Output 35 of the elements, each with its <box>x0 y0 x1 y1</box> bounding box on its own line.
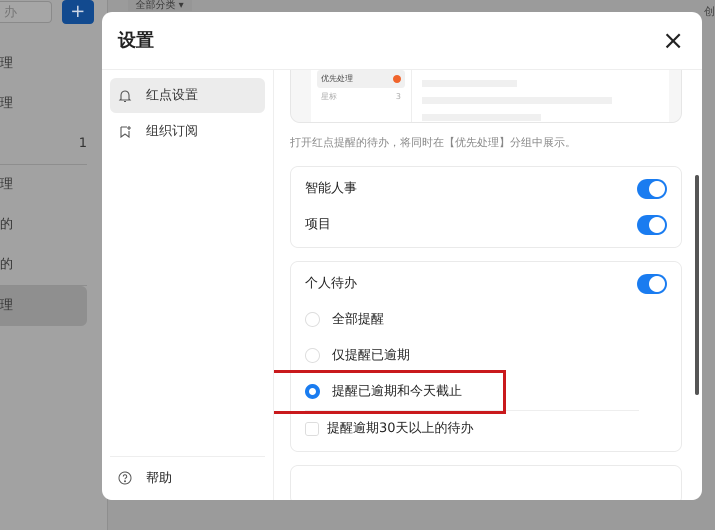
toggle-switch[interactable] <box>637 214 667 234</box>
bookmark-icon <box>118 124 132 138</box>
sidebar-label: 理 <box>0 176 13 194</box>
setting-label: 个人待办 <box>305 274 357 293</box>
dialog-title: 设置 <box>118 29 154 53</box>
setting-label: 项目 <box>305 216 331 234</box>
column-header: 创 <box>704 4 715 20</box>
option-label: 仅提醒已逾期 <box>332 346 410 365</box>
option-label: 提醒已逾期和今天截止 <box>332 382 462 401</box>
sidebar-item[interactable]: 理 <box>0 286 87 326</box>
toggle-switch[interactable] <box>637 178 667 198</box>
sidebar-label: 的 <box>0 256 13 274</box>
item-count: 1 <box>78 134 87 153</box>
sidebar-label: 的 <box>0 216 13 234</box>
preview-count: 3 <box>396 91 401 103</box>
sidebar-label: 理 <box>0 94 13 113</box>
checkbox[interactable] <box>305 422 319 436</box>
option-label: 全部提醒 <box>332 310 384 329</box>
close-button[interactable]: × <box>660 28 686 54</box>
help-link[interactable]: 帮助 <box>146 468 172 488</box>
preview-label: 星标 <box>321 91 337 103</box>
nav-item[interactable]: 组织订阅 <box>110 114 265 149</box>
bell-icon <box>118 88 132 102</box>
help-icon <box>118 471 132 486</box>
setting-label: 智能人事 <box>305 180 357 198</box>
preview-label: 优先处理 <box>321 73 353 85</box>
sidebar-label: 理 <box>0 296 13 315</box>
scrollbar-thumb[interactable] <box>695 175 699 395</box>
nav-item[interactable]: 红点设置 <box>110 78 265 113</box>
radio-button[interactable] <box>305 384 320 399</box>
toggle-switch[interactable] <box>637 274 667 294</box>
option-label: 提醒逾期30天以上的待办 <box>327 420 474 438</box>
add-button[interactable]: + <box>62 0 94 24</box>
caption-text: 打开红点提醒的待办，将同时在【优先处理】分组中展示。 <box>290 135 577 151</box>
sidebar-label: 理 <box>0 54 13 73</box>
